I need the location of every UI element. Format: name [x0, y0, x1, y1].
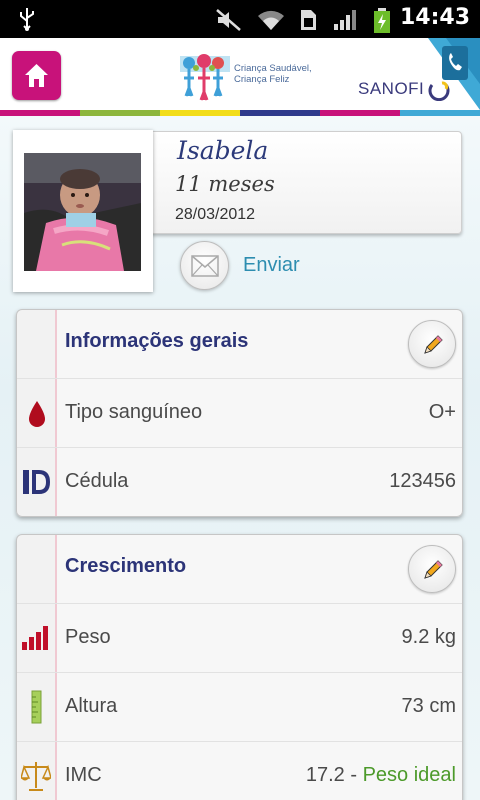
status-time: 14:43: [399, 5, 470, 30]
scale-icon: [21, 762, 51, 791]
id-card-icon: [23, 470, 50, 494]
envelope-icon: [191, 255, 219, 277]
phone-icon[interactable]: [428, 38, 480, 110]
send-button[interactable]: [180, 241, 229, 290]
logo-line-1: Criança Saudável,: [234, 63, 312, 74]
bmi-label: IMC: [65, 764, 102, 786]
edit-growth-button[interactable]: [408, 545, 456, 593]
usb-icon: [20, 8, 34, 31]
weight-bars-icon: [22, 626, 48, 650]
general-info-header: Informações gerais: [17, 310, 462, 379]
blood-type-value: O+: [428, 401, 456, 423]
child-name: Isabela: [177, 136, 269, 165]
home-button[interactable]: [12, 51, 61, 100]
children-logo-icon: [180, 54, 230, 101]
id-value: 123456: [389, 470, 456, 492]
brand-logo: Criança Saudável, Criança Feliz: [176, 46, 316, 104]
bmi-status: Peso ideal: [362, 764, 456, 786]
bmi-value-group: 17.2 - Peso ideal: [306, 764, 456, 787]
growth-header: Crescimento: [17, 535, 462, 604]
pencil-icon: [424, 560, 443, 579]
general-info-title: Informações gerais: [65, 330, 249, 352]
sanofi-brand: SANOFI: [358, 79, 425, 98]
bmi-separator: -: [344, 764, 363, 786]
mute-icon: [216, 9, 241, 31]
profile-photo[interactable]: [13, 130, 153, 292]
id-row[interactable]: Cédula 123456: [17, 447, 462, 516]
height-label: Altura: [65, 695, 118, 717]
bmi-row[interactable]: IMC 17.2 - Peso ideal: [17, 741, 462, 800]
ruler-icon: [31, 690, 42, 724]
home-icon: [25, 64, 48, 87]
battery-charging-icon: [374, 8, 390, 33]
birth-date: 28/03/2012: [175, 206, 256, 223]
growth-card: Crescimento Peso 9.2 kg Altura 73 cm IMC…: [16, 534, 463, 800]
bmi-value: 17.2: [305, 764, 345, 786]
profile-card[interactable]: Isabela 11 meses 28/03/2012: [150, 131, 462, 234]
id-label: Cédula: [65, 470, 129, 492]
logo-line-2: Criança Feliz: [234, 74, 290, 85]
baby-photo: [24, 153, 141, 271]
blood-type-label: Tipo sanguíneo: [65, 401, 203, 423]
sim-icon: [301, 10, 316, 30]
weight-value: 9.2 kg: [401, 626, 456, 648]
general-info-card: Informações gerais Tipo sanguíneo O+ Céd…: [16, 309, 463, 517]
weight-label: Peso: [65, 626, 111, 648]
blood-drop-icon: [29, 401, 45, 427]
height-value: 73 cm: [401, 695, 456, 717]
child-age: 11 meses: [175, 172, 275, 196]
status-bar: 14:43: [0, 0, 480, 38]
height-row[interactable]: Altura 73 cm: [17, 672, 462, 741]
app-header: Criança Saudável, Criança Feliz SANOFI: [0, 38, 480, 110]
weight-row[interactable]: Peso 9.2 kg: [17, 603, 462, 672]
growth-title: Crescimento: [65, 555, 187, 577]
send-label[interactable]: Enviar: [243, 254, 300, 277]
blood-type-row[interactable]: Tipo sanguíneo O+: [17, 378, 462, 447]
pencil-icon: [424, 335, 443, 354]
signal-icon: [334, 10, 356, 30]
edit-general-info-button[interactable]: [408, 320, 456, 368]
wifi-icon: [258, 10, 284, 30]
